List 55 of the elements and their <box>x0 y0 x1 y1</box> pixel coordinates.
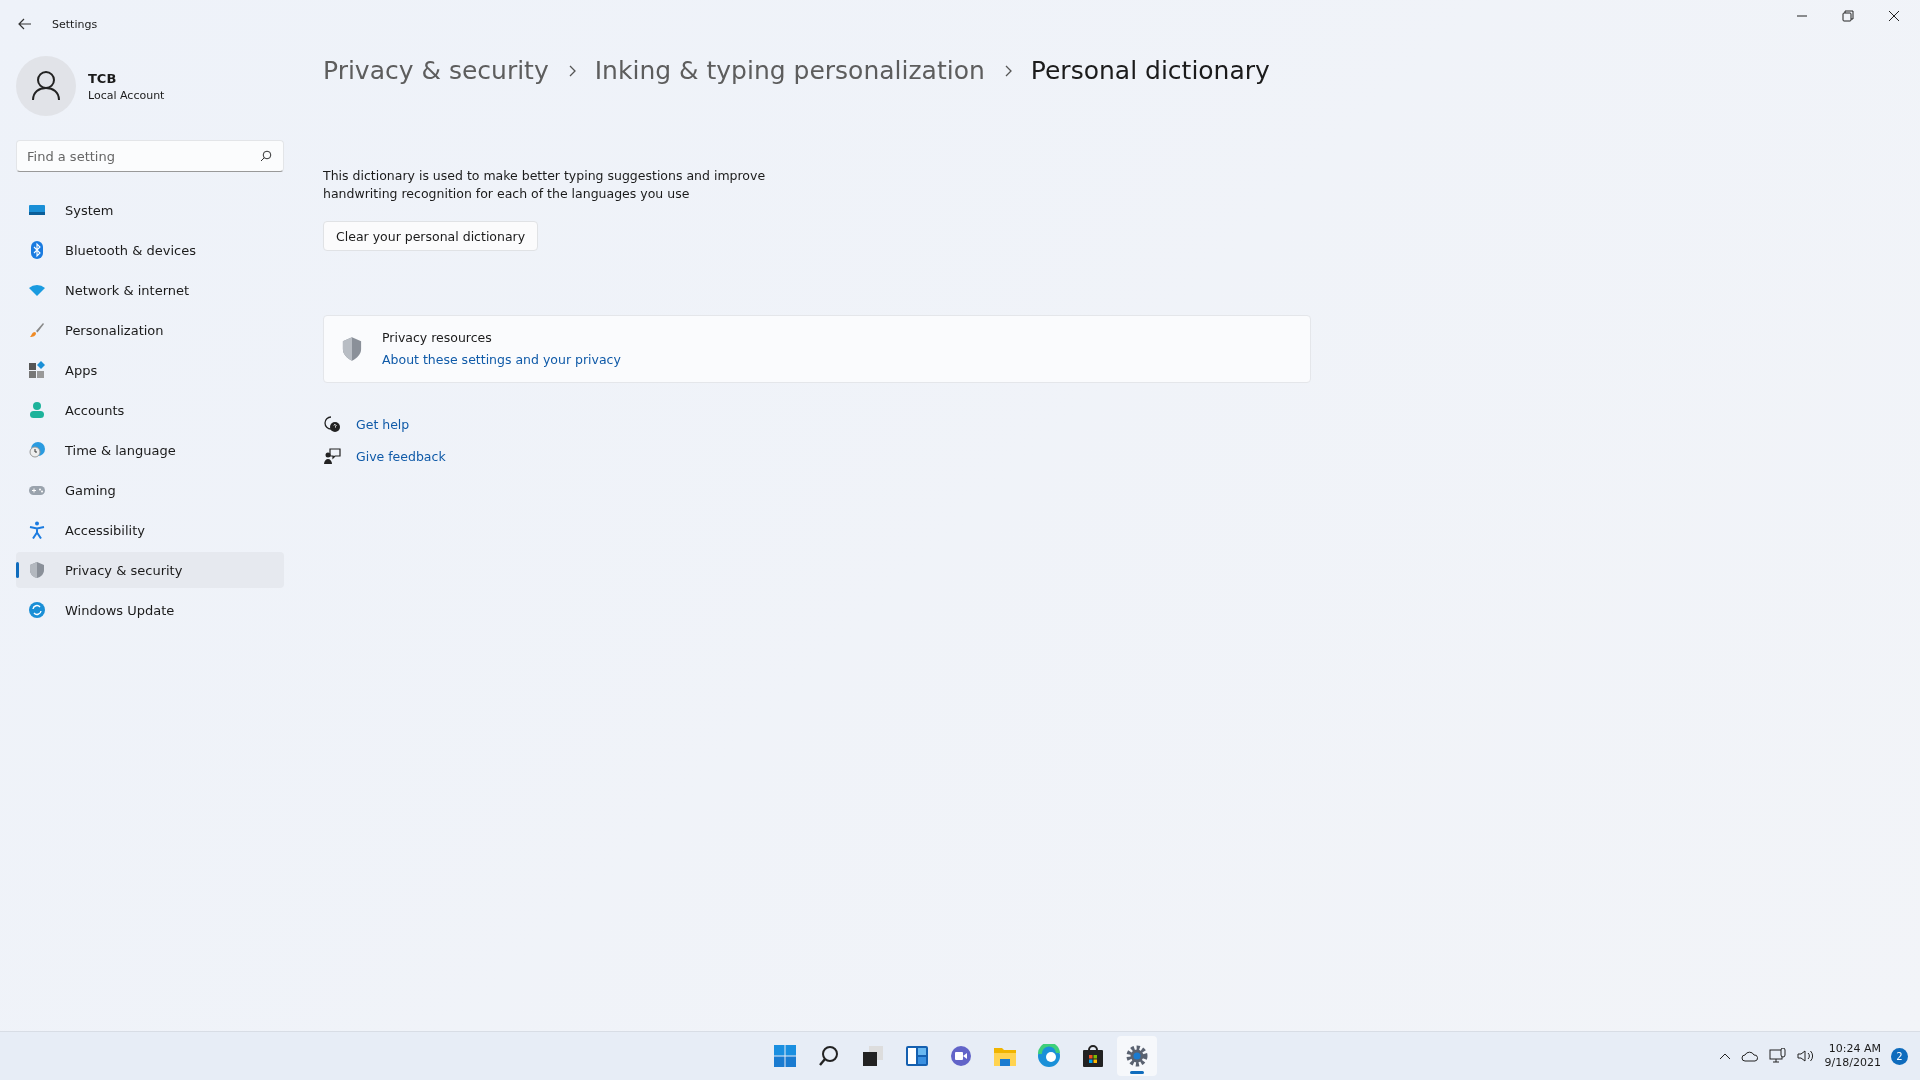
nav-item[interactable]: Bluetooth & devices <box>16 232 284 268</box>
nav-icon <box>28 401 46 419</box>
nav-item[interactable]: Accessibility <box>16 512 284 548</box>
nav-item[interactable]: Accounts <box>16 392 284 428</box>
start-icon <box>773 1044 797 1068</box>
clear-dictionary-button[interactable]: Clear your personal dictionary <box>323 221 539 251</box>
search-field[interactable]: Find a setting <box>16 140 284 172</box>
gear-icon <box>1125 1044 1149 1068</box>
browser-icon <box>1037 1044 1061 1068</box>
nav-item[interactable]: Windows Update <box>16 592 284 628</box>
network-icon[interactable] <box>1768 1048 1787 1064</box>
feedback-icon <box>323 447 341 465</box>
store-icon <box>1081 1044 1105 1068</box>
privacy-link[interactable]: About these settings and your privacy <box>382 352 621 367</box>
chevron-up-icon[interactable] <box>1718 1051 1731 1061</box>
nav-item[interactable]: Privacy & security <box>16 552 284 588</box>
chat-icon <box>949 1044 973 1068</box>
nav-icon <box>28 441 46 459</box>
breadcrumb-link[interactable]: Inking & typing personalization <box>594 56 985 85</box>
cloud-icon[interactable] <box>1740 1049 1759 1063</box>
shield-icon <box>340 336 364 362</box>
nav-item[interactable]: Gaming <box>16 472 284 508</box>
nav-icon <box>28 601 46 619</box>
card-title: Privacy resources <box>382 330 493 345</box>
nav-item[interactable]: Network & internet <box>16 272 284 308</box>
widgets-icon <box>905 1044 929 1068</box>
help-link[interactable]: Get help <box>356 416 410 432</box>
user-name: TCB <box>88 70 118 86</box>
nav-item[interactable]: Apps <box>16 352 284 388</box>
back-icon[interactable] <box>18 18 32 30</box>
account-type: Local Account <box>88 88 165 102</box>
close-icon[interactable] <box>1888 10 1900 22</box>
nav-icon <box>28 561 46 579</box>
window-title: Settings <box>52 17 98 31</box>
avatar-icon <box>16 56 76 116</box>
clock[interactable]: 10:24 AM 9/18/2021 <box>1824 1042 1881 1070</box>
nav-icon <box>28 241 46 259</box>
search-icon <box>817 1044 841 1068</box>
taskbar-app[interactable] <box>1117 1036 1157 1076</box>
help-icon <box>323 415 341 433</box>
search-icon[interactable] <box>260 150 272 162</box>
description-text: This dictionary is used to make better typing suggestions and improve handwriting recognition for each of the languages you use <box>323 167 767 203</box>
notification-badge[interactable]: 2 <box>1891 1047 1908 1065</box>
volume-icon[interactable] <box>1796 1049 1815 1063</box>
page-title: Personal dictionary <box>1030 56 1270 85</box>
breadcrumb-link[interactable]: Privacy & security <box>323 56 549 85</box>
nav-item[interactable]: Personalization <box>16 312 284 348</box>
help-link[interactable]: Give feedback <box>356 448 446 464</box>
nav-icon <box>28 321 46 339</box>
nav-icon <box>28 361 46 379</box>
restore-icon[interactable] <box>1842 10 1854 22</box>
task-view-icon <box>861 1044 885 1068</box>
nav-icon <box>28 521 46 539</box>
nav-item[interactable]: System <box>16 192 284 228</box>
nav-item[interactable]: Time & language <box>16 432 284 468</box>
